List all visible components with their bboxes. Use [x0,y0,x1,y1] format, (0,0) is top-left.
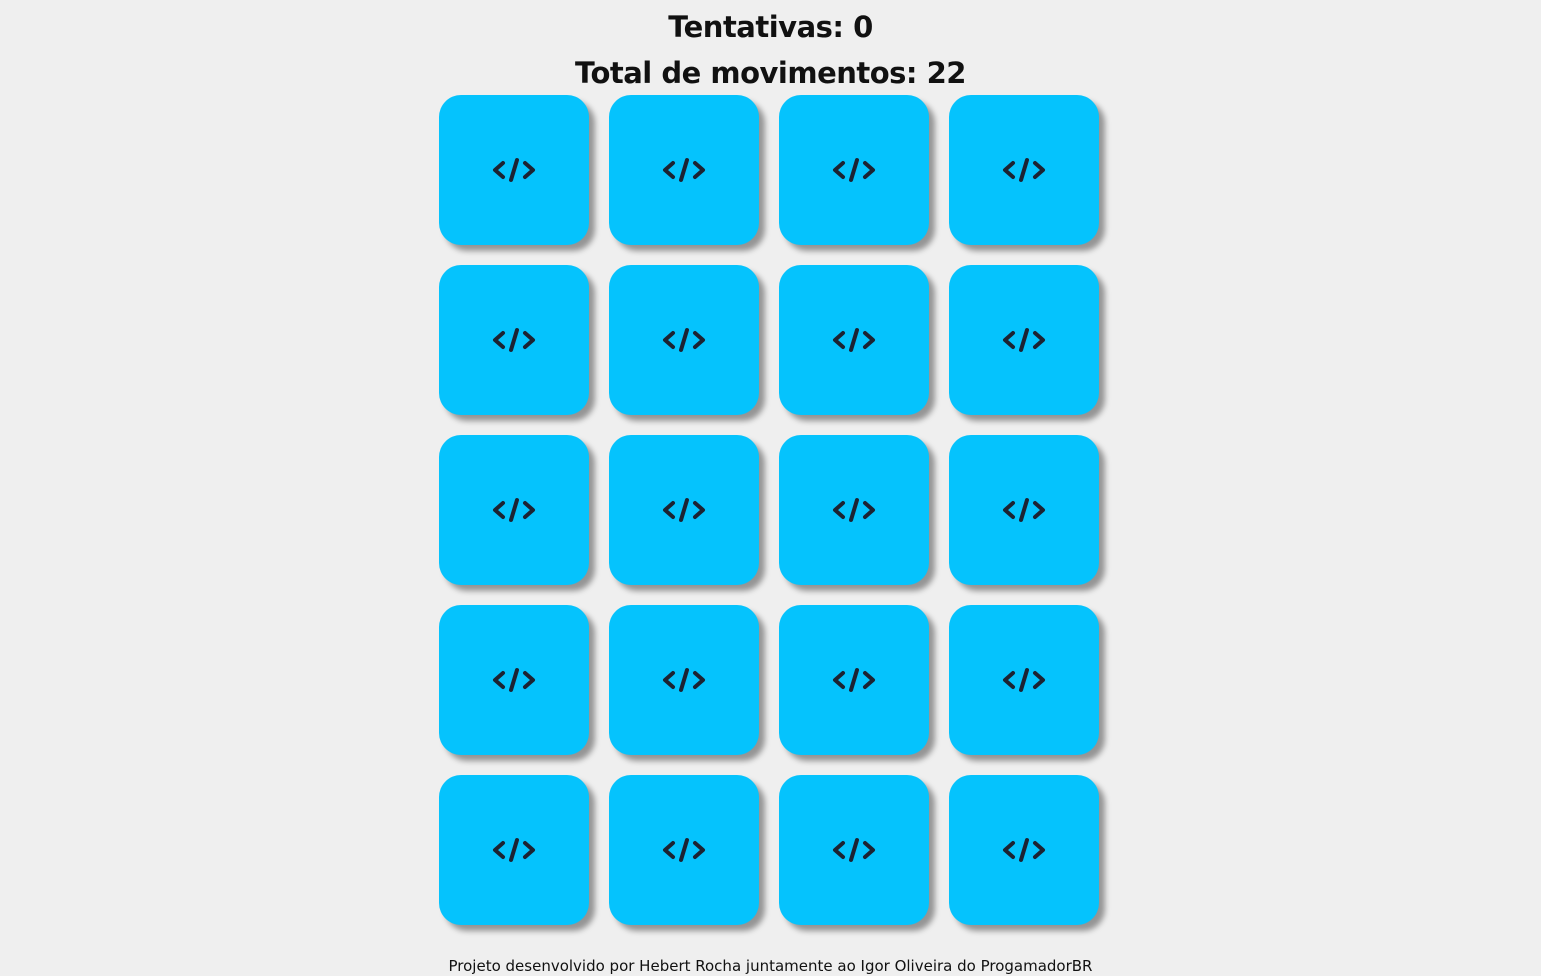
memory-card[interactable] [439,435,589,585]
code-icon [663,838,705,862]
memory-card[interactable] [609,435,759,585]
code-icon [1003,328,1045,352]
memory-card[interactable] [779,435,929,585]
memory-card[interactable] [609,605,759,755]
code-icon [663,668,705,692]
code-icon [1003,158,1045,182]
code-icon [833,668,875,692]
card-board [439,95,1099,925]
memory-card[interactable] [439,95,589,245]
memory-card[interactable] [779,605,929,755]
code-icon [1003,838,1045,862]
code-icon [1003,498,1045,522]
memory-card[interactable] [779,95,929,245]
memory-card[interactable] [949,435,1099,585]
code-icon [493,498,535,522]
attempts-counter: Tentativas: 0 [668,10,873,44]
code-icon [663,328,705,352]
code-icon [493,838,535,862]
footer-credit: Projeto desenvolvido por Hebert Rocha ju… [448,957,1093,975]
memory-card[interactable] [949,775,1099,925]
memory-card[interactable] [439,605,589,755]
memory-card[interactable] [949,95,1099,245]
code-icon [663,498,705,522]
code-icon [833,838,875,862]
code-icon [493,158,535,182]
memory-card[interactable] [779,775,929,925]
code-icon [493,668,535,692]
moves-counter: Total de movimentos: 22 [575,56,966,90]
memory-card[interactable] [949,265,1099,415]
memory-card[interactable] [439,265,589,415]
code-icon [493,328,535,352]
memory-card[interactable] [609,95,759,245]
memory-card[interactable] [779,265,929,415]
code-icon [663,158,705,182]
code-icon [833,328,875,352]
memory-card[interactable] [609,265,759,415]
memory-card[interactable] [949,605,1099,755]
code-icon [1003,668,1045,692]
memory-card[interactable] [439,775,589,925]
memory-card[interactable] [609,775,759,925]
code-icon [833,158,875,182]
code-icon [833,498,875,522]
